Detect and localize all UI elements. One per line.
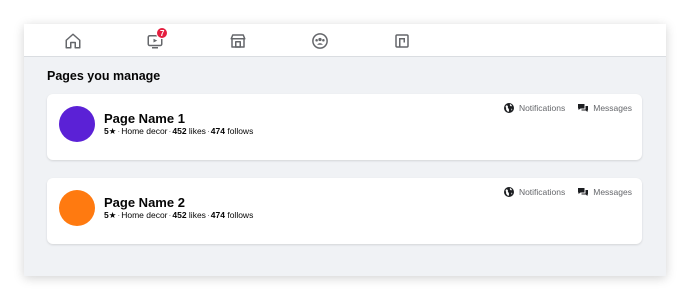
page-actions: Notifications Messages: [503, 102, 632, 114]
messages-label: Messages: [593, 103, 632, 113]
notifications-label: Notifications: [518, 187, 566, 197]
page-likes-label: likes: [188, 126, 206, 136]
app-window: 7 Pages you manage Page Name 1 5★·Home d…: [24, 24, 666, 276]
page-name[interactable]: Page Name 1: [104, 111, 185, 126]
gaming-icon: [395, 33, 409, 48]
nav-marketplace[interactable]: [218, 24, 258, 57]
page-avatar[interactable]: [59, 190, 95, 226]
page-likes-count: 452: [172, 210, 187, 220]
groups-icon: [312, 32, 328, 49]
messages-button[interactable]: Messages: [577, 186, 632, 198]
page-rating: 5★: [104, 126, 117, 136]
globe-icon: [503, 187, 514, 197]
section-title: Pages you manage: [47, 69, 161, 83]
messages-label: Messages: [593, 187, 632, 197]
page-likes-label: likes: [188, 210, 206, 220]
nav-groups[interactable]: [300, 24, 340, 57]
messages-icon: [578, 104, 589, 112]
nav-gaming[interactable]: [382, 24, 422, 57]
notifications-label: Notifications: [518, 103, 566, 113]
globe-icon: [503, 103, 514, 113]
page-follows-label: follows: [227, 210, 254, 220]
marketplace-icon: [230, 33, 246, 48]
notifications-button[interactable]: Notifications: [503, 102, 565, 114]
page-rating: 5★: [104, 210, 117, 220]
nav-watch[interactable]: 7: [135, 24, 175, 57]
page-name[interactable]: Page Name 2: [104, 195, 185, 210]
page-follows-count: 474: [210, 126, 225, 136]
home-icon: [65, 33, 81, 48]
watch-badge: 7: [156, 27, 169, 39]
page-card[interactable]: Page Name 2 5★·Home decor·452 likes·474 …: [47, 178, 642, 244]
messages-button[interactable]: Messages: [577, 102, 632, 114]
page-follows-label: follows: [227, 126, 254, 136]
top-nav: 7: [24, 24, 666, 57]
nav-home[interactable]: [53, 24, 93, 57]
page-likes-count: 452: [172, 126, 187, 136]
page-card[interactable]: Page Name 1 5★·Home decor·452 likes·474 …: [47, 94, 642, 160]
page-meta: 5★·Home decor·452 likes·474 follows: [104, 126, 254, 136]
page-category: Home decor: [121, 210, 168, 220]
page-avatar[interactable]: [59, 106, 95, 142]
messages-icon: [578, 188, 589, 196]
page-category: Home decor: [121, 126, 168, 136]
page-meta: 5★·Home decor·452 likes·474 follows: [104, 210, 254, 220]
notifications-button[interactable]: Notifications: [503, 186, 565, 198]
page-actions: Notifications Messages: [503, 186, 632, 198]
page-follows-count: 474: [210, 210, 225, 220]
